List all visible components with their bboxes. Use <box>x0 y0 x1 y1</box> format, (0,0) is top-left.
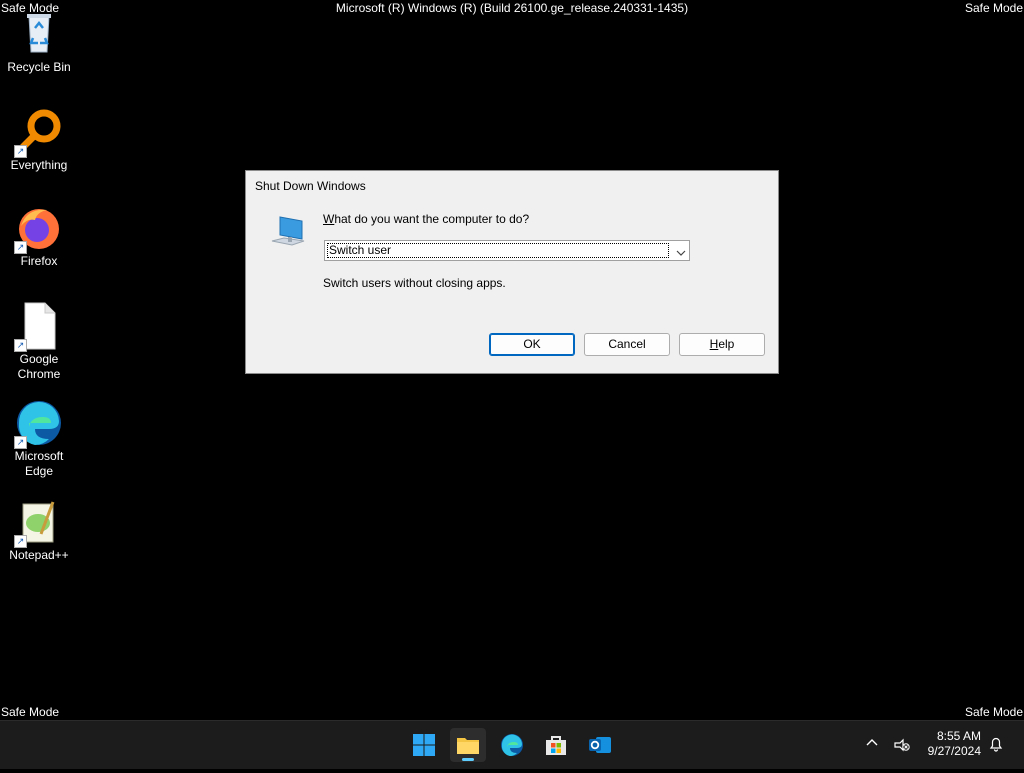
action-description: Switch users without closing apps. <box>323 276 506 290</box>
desktop-icon-firefox[interactable]: ↗ Firefox <box>2 204 76 269</box>
desktop-icon-everything[interactable]: ↗ Everything <box>2 108 76 173</box>
shortcut-arrow-icon: ↗ <box>14 535 27 548</box>
computer-icon <box>270 215 306 254</box>
taskbar-outlook[interactable] <box>582 728 618 762</box>
action-dropdown-value: Switch user <box>327 243 669 258</box>
cancel-button[interactable]: Cancel <box>584 333 670 356</box>
taskbar-file-explorer[interactable] <box>450 728 486 762</box>
desktop-icon-label: Firefox <box>20 254 58 268</box>
edge-icon: ↗ <box>14 399 63 449</box>
taskbar: 8:55 AM 9/27/2024 <box>0 720 1024 769</box>
taskbar-clock[interactable]: 8:55 AM 9/27/2024 <box>928 729 981 759</box>
desktop-icon-label: Notepad++ <box>9 548 69 562</box>
running-indicator <box>462 758 474 761</box>
blank-file-icon: ↗ <box>14 302 63 352</box>
clock-time: 8:55 AM <box>936 729 981 743</box>
shortcut-arrow-icon: ↗ <box>14 436 27 449</box>
dialog-question: What do you want the computer to do? <box>323 212 529 226</box>
build-info-text: Microsoft (R) Windows (R) (Build 26100.g… <box>335 1 689 15</box>
safe-mode-label-bottom-right: Safe Mode <box>964 705 1023 719</box>
chevron-down-icon <box>676 245 686 256</box>
action-dropdown[interactable]: Switch user <box>324 240 690 261</box>
notepad-plus-plus-icon: ↗ <box>14 498 63 548</box>
taskbar-edge[interactable] <box>494 728 530 762</box>
desktop-icon-google-chrome[interactable]: ↗ Google Chrome <box>2 302 76 382</box>
clock-date: 9/27/2024 <box>927 744 981 758</box>
file-explorer-icon <box>456 733 480 757</box>
notifications-bell-icon[interactable] <box>988 736 1004 757</box>
dialog-title: Shut Down Windows <box>255 179 366 193</box>
edge-icon <box>500 733 524 757</box>
desktop-icon-label: Google Chrome <box>17 352 61 381</box>
start-icon <box>412 733 436 757</box>
taskbar-microsoft-store[interactable] <box>538 728 574 762</box>
help-button[interactable]: Help <box>679 333 765 356</box>
access-key: W <box>323 212 335 226</box>
shut-down-dialog: Shut Down Windows What do you want the c… <box>245 170 779 374</box>
desktop-icon-recycle-bin[interactable]: Recycle Bin <box>2 10 76 75</box>
desktop-icon-label: Microsoft Edge <box>14 449 64 478</box>
shortcut-arrow-icon: ↗ <box>14 145 27 158</box>
shortcut-arrow-icon: ↗ <box>14 241 27 254</box>
firefox-icon: ↗ <box>14 204 63 254</box>
microsoft-store-icon <box>544 733 568 757</box>
show-hidden-icons-chevron[interactable] <box>865 736 879 755</box>
dialog-question-rest: hat do you want the computer to do? <box>334 212 530 226</box>
desktop-icon-label: Everything <box>10 158 68 172</box>
desktop-icon-notepad-plus-plus[interactable]: ↗ Notepad++ <box>2 498 76 563</box>
recycle-bin-icon <box>15 10 63 58</box>
network-disconnected-icon[interactable] <box>894 736 910 757</box>
desktop-icon-label: Recycle Bin <box>7 60 71 74</box>
outlook-icon <box>588 733 612 757</box>
ok-button[interactable]: OK <box>489 333 575 356</box>
help-label-rest: elp <box>718 337 735 351</box>
taskbar-start-button[interactable] <box>406 728 442 762</box>
everything-search-icon: ↗ <box>14 108 63 158</box>
safe-mode-label-bottom-left: Safe Mode <box>1 705 60 719</box>
desktop-icon-microsoft-edge[interactable]: ↗ Microsoft Edge <box>2 399 76 479</box>
shortcut-arrow-icon: ↗ <box>14 339 27 352</box>
